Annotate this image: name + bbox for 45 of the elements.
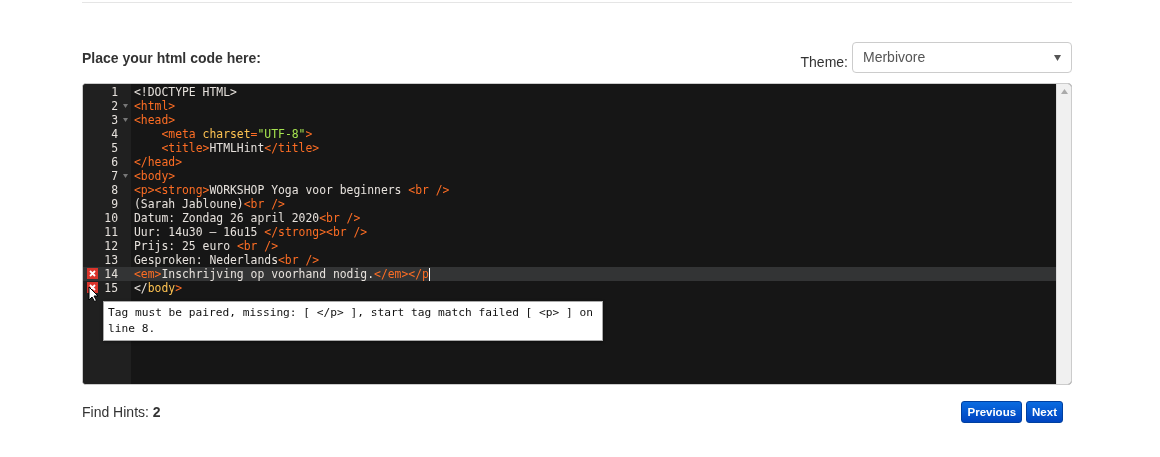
error-tooltip: Tag must be paired, missing: [ </p> ], start tag match failed [ <p> ] on line 8. [103,301,603,341]
scroll-up-icon[interactable] [1060,89,1068,94]
text-cursor [428,268,430,281]
fold-arrow-icon[interactable] [123,174,128,178]
code-line: Prijs: 25 euro <br /> [133,239,280,253]
nav-button[interactable]: Next [1026,401,1063,423]
line-number: 8 [111,183,118,197]
fold-arrow-icon[interactable] [123,104,128,108]
code-line: <p><strong>WORKSHOP Yoga voor beginners <br /> [133,183,451,197]
line-number: 12 [104,239,118,253]
theme-select[interactable]: Merbivore [852,42,1072,73]
code-line: Uur: 14u30 – 16u15 </strong><br /> [133,225,369,239]
line-number: 13 [104,253,118,267]
code-line: <body> [133,169,177,183]
fold-arrow-icon[interactable] [123,118,128,122]
code-editor[interactable] [82,83,1072,385]
line-number: 4 [111,127,118,141]
scrollbar[interactable] [1056,84,1071,384]
code-line: <html> [133,99,177,113]
line-number: 3 [111,113,118,127]
line-number: 14 [104,267,118,281]
line-number: 5 [111,141,118,155]
line-number: 11 [104,225,118,239]
line-number: 15 [104,281,118,295]
code-line: </head> [133,155,183,169]
pointer-cursor-icon [88,286,99,302]
code-line: <head> [133,113,177,127]
line-number: 7 [111,169,118,183]
code-line: Gesproken: Nederlands<br /> [133,253,321,267]
code-line: Datum: Zondag 26 april 2020<br /> [133,211,362,225]
code-line: (Sarah Jabloune)<br /> [133,197,286,211]
line-number: 9 [111,197,118,211]
theme-label: Theme: [800,53,848,72]
nav-button[interactable]: Previous [961,401,1023,423]
line-number: 1 [111,85,118,99]
line-number: 10 [104,211,118,225]
code-line: <title>HTMLHint</title> [160,141,321,155]
hints-count: Find Hints: 2 [82,402,161,422]
line-number: 2 [111,99,118,113]
dropdown-arrow-icon [1054,54,1061,61]
code-line: <!DOCTYPE HTML> [133,85,238,99]
code-line: <meta charset="UTF-8"> [160,127,314,141]
line-number: 6 [111,155,118,169]
section-heading: Place your html code here: [82,49,261,68]
code-line: </body> [133,281,183,295]
